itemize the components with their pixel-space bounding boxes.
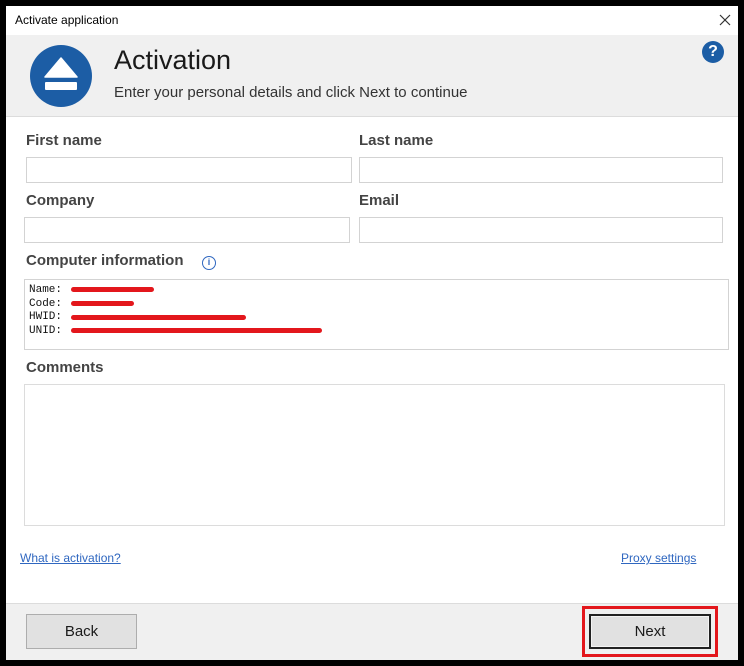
computer-info-key: Code: bbox=[29, 297, 63, 310]
close-icon bbox=[719, 14, 731, 26]
info-icon[interactable]: i bbox=[202, 256, 216, 270]
computer-info-key: HWID: bbox=[29, 311, 63, 324]
first-name-field[interactable] bbox=[26, 157, 352, 183]
computer-info-line: Code: bbox=[29, 297, 724, 311]
computer-info-box[interactable]: Name: Code: HWID: UNID: bbox=[24, 279, 729, 350]
redaction-mark bbox=[71, 314, 247, 320]
back-button[interactable]: Back bbox=[26, 614, 137, 649]
help-icon[interactable]: ? bbox=[702, 41, 724, 63]
page-subtitle: Enter your personal details and click Ne… bbox=[114, 84, 468, 101]
computer-info-key: UNID: bbox=[29, 324, 63, 337]
computer-info-label: Computer information bbox=[26, 252, 184, 269]
title-bar: Activate application bbox=[6, 6, 738, 35]
comments-field[interactable] bbox=[24, 384, 725, 526]
close-button[interactable] bbox=[715, 10, 735, 30]
company-label: Company bbox=[26, 192, 95, 209]
proxy-settings-link[interactable]: Proxy settings bbox=[621, 551, 696, 565]
what-is-activation-link[interactable]: What is activation? bbox=[20, 551, 121, 565]
computer-info-key: Name: bbox=[29, 283, 63, 296]
computer-info-line: UNID: bbox=[29, 324, 724, 338]
header: Activation Enter your personal details a… bbox=[6, 35, 738, 117]
window-title: Activate application bbox=[15, 13, 119, 27]
computer-info-line: HWID: bbox=[29, 310, 724, 324]
activation-dialog: Activate application Activation Enter yo… bbox=[6, 6, 738, 660]
redaction-mark bbox=[71, 328, 323, 334]
computer-info-line: Name: bbox=[29, 283, 724, 297]
redaction-mark bbox=[71, 287, 155, 293]
footer: Back Next bbox=[6, 603, 738, 660]
eject-icon bbox=[30, 45, 92, 107]
email-label: Email bbox=[359, 192, 400, 209]
page-title: Activation bbox=[114, 45, 232, 75]
last-name-field[interactable] bbox=[359, 157, 723, 183]
redaction-mark bbox=[71, 301, 135, 307]
last-name-label: Last name bbox=[359, 132, 434, 149]
next-button[interactable]: Next bbox=[589, 614, 711, 649]
first-name-label: First name bbox=[26, 132, 102, 149]
company-field[interactable] bbox=[24, 217, 350, 243]
comments-label: Comments bbox=[26, 359, 104, 376]
email-field[interactable] bbox=[359, 217, 723, 243]
